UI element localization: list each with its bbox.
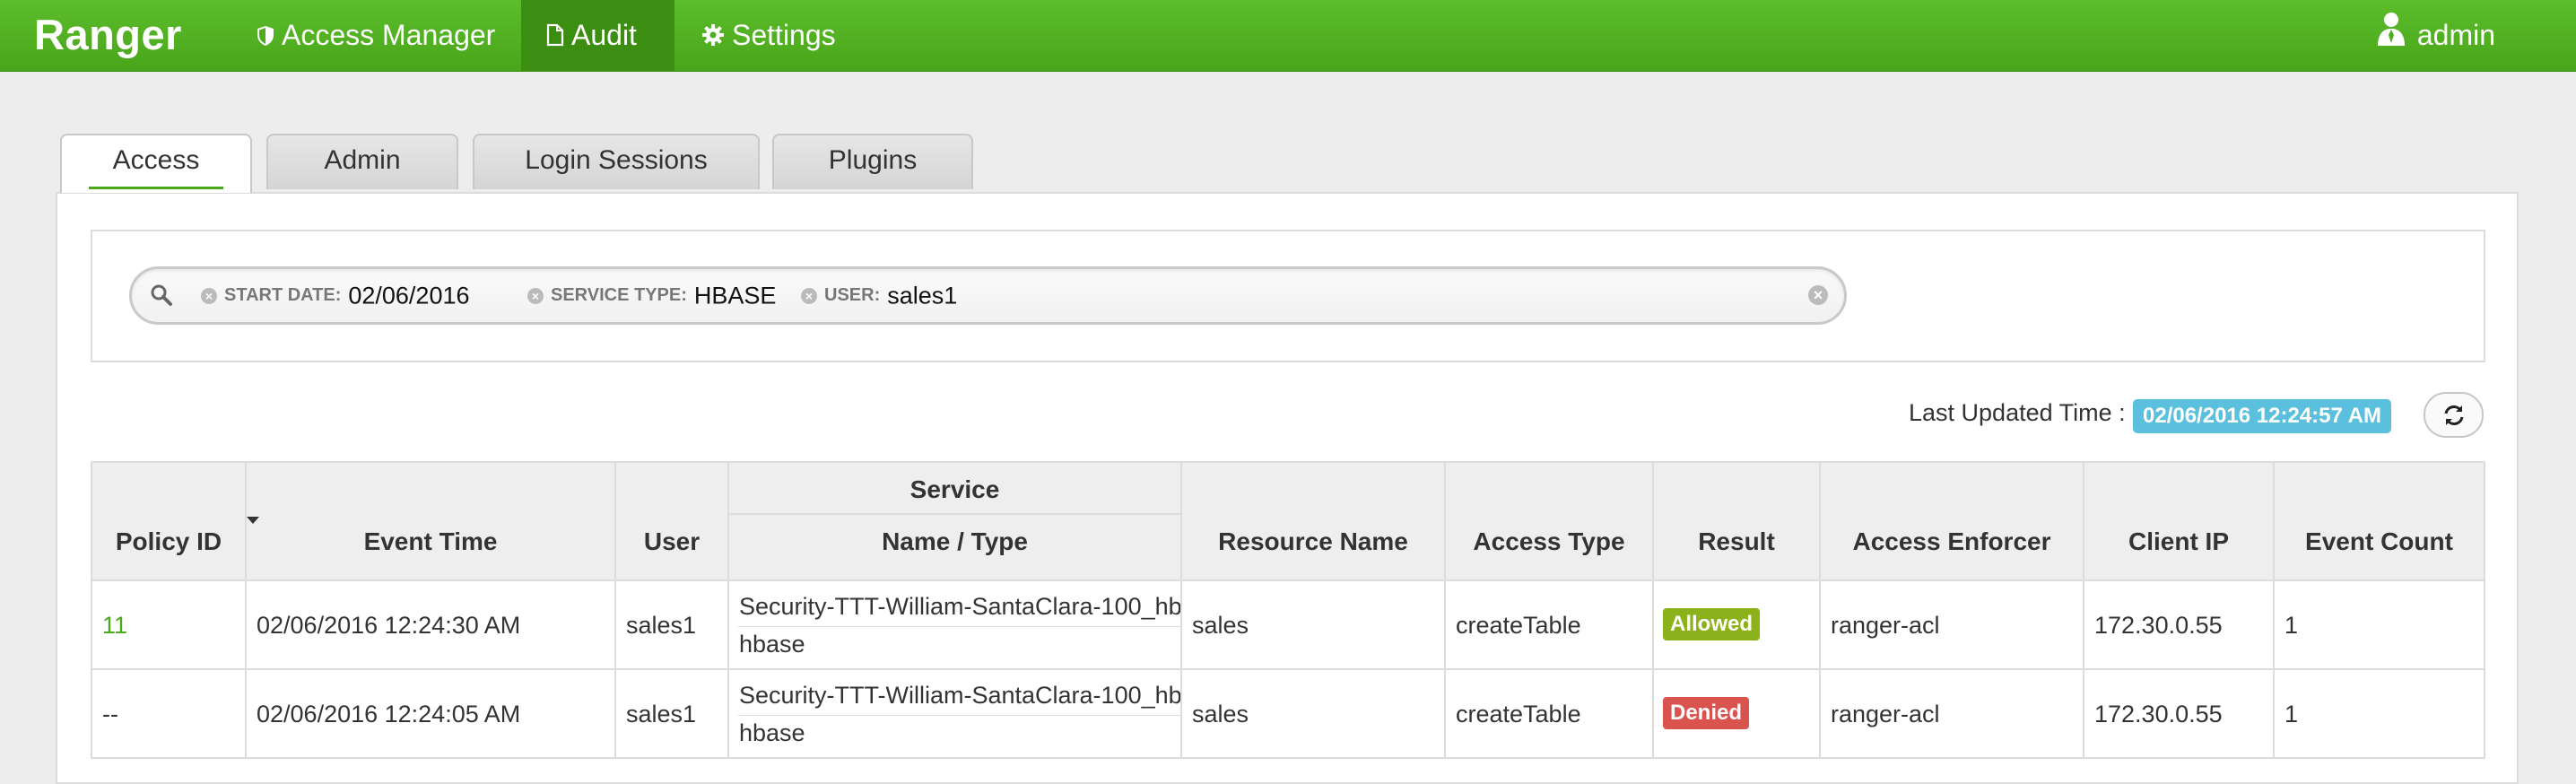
table-row-1-result: Allowed: [1652, 579, 1821, 670]
divider: [738, 626, 1180, 627]
table-row-2-result: Denied: [1652, 668, 1821, 759]
facet-category: START DATE:: [224, 285, 342, 306]
nav-access-manager[interactable]: Access Manager: [231, 0, 520, 71]
refresh-button[interactable]: [2424, 392, 2484, 438]
tab-admin[interactable]: Admin: [266, 134, 458, 189]
nav-access-manager-label: Access Manager: [282, 19, 496, 51]
facet-user[interactable]: × USER: sales1: [801, 269, 957, 322]
facet-value[interactable]: 02/06/2016: [348, 282, 469, 309]
tab-plugins[interactable]: Plugins: [772, 134, 973, 189]
facet-service-type[interactable]: × SERVICE TYPE: HBASE: [527, 269, 776, 322]
remove-facet-icon[interactable]: ×: [801, 287, 817, 304]
header-event-time-label: Event Time: [363, 527, 498, 555]
tab-plugins-label: Plugins: [828, 145, 918, 175]
header-event-time[interactable]: Event Time: [245, 461, 616, 581]
facet-category: USER:: [824, 285, 881, 306]
header-access-enforcer[interactable]: Access Enforcer: [1819, 461, 2084, 581]
refresh-icon: [2441, 405, 2467, 425]
tab-access[interactable]: Access: [60, 134, 252, 193]
tab-admin-label: Admin: [324, 145, 401, 175]
service-type: hbase: [739, 631, 805, 658]
header-result[interactable]: Result: [1652, 461, 1821, 581]
tab-login-sessions[interactable]: Login Sessions: [473, 134, 760, 189]
service-type: hbase: [739, 719, 805, 746]
header-policy-id[interactable]: Policy ID: [91, 461, 247, 581]
facet-value[interactable]: HBASE: [694, 282, 777, 309]
table-row-1-enforcer: ranger-acl: [1819, 579, 2084, 670]
nav-settings[interactable]: Settings: [676, 0, 861, 71]
search-input[interactable]: × START DATE: 02/06/2016 × SERVICE TYPE: HBA…: [129, 266, 1847, 325]
remove-facet-icon[interactable]: ×: [201, 287, 217, 304]
table-row-1-policy-id[interactable]: 11: [91, 579, 247, 670]
table-row-2-service: Security-TTT-William-SantaClara-100_hbas…: [727, 668, 1182, 759]
sort-desc-icon: [247, 517, 259, 524]
table-row-1-client-ip: 172.30.0.55: [2083, 579, 2275, 670]
table-row-1-access-type: createTable: [1444, 579, 1654, 670]
header-service: Service: [727, 461, 1182, 515]
service-name: Security-TTT-William-SantaClara-100_hbas…: [739, 593, 1182, 620]
brand-logo[interactable]: Ranger: [34, 7, 182, 63]
nav-audit[interactable]: Audit: [521, 0, 674, 71]
tab-access-label: Access: [112, 145, 200, 175]
file-icon: [546, 2, 564, 73]
table-row-1-resource: sales: [1180, 579, 1446, 670]
table-row-2-user: sales1: [614, 668, 729, 759]
table-row-2-policy-id: --: [91, 668, 247, 759]
table-row-1-user: sales1: [614, 579, 729, 670]
table-row-2-client-ip: 172.30.0.55: [2083, 668, 2275, 759]
header-event-count[interactable]: Event Count: [2273, 461, 2485, 581]
header-resource-name[interactable]: Resource Name: [1180, 461, 1446, 581]
header-user[interactable]: User: [614, 461, 729, 581]
top-navbar: Ranger Access Manager Audit Settings adm…: [0, 0, 2576, 72]
header-client-ip[interactable]: Client IP: [2083, 461, 2275, 581]
clear-search-icon[interactable]: ×: [1808, 285, 1828, 305]
active-tab-indicator: [89, 187, 223, 189]
gear-icon: [701, 2, 725, 73]
user-name: admin: [2416, 19, 2495, 51]
audit-table: Policy ID Event Time User Service Name /…: [91, 461, 2485, 761]
remove-facet-icon[interactable]: ×: [527, 287, 544, 304]
status-badge: Denied: [1663, 697, 1750, 729]
facet-value[interactable]: sales1: [887, 282, 957, 309]
header-service-name-type: Name / Type: [727, 513, 1182, 581]
user-menu[interactable]: admin: [2376, 0, 2495, 71]
facet-start-date[interactable]: × START DATE: 02/06/2016: [201, 269, 470, 322]
nav-audit-label: Audit: [571, 19, 637, 51]
table-row-1-event-time: 02/06/2016 12:24:30 AM: [245, 579, 616, 670]
user-icon: [2376, 2, 2406, 73]
search-icon: [150, 283, 173, 311]
service-name: Security-TTT-William-SantaClara-100_hbas…: [739, 682, 1182, 709]
last-updated-badge: 02/06/2016 12:24:57 AM: [2133, 399, 2391, 433]
header-access-type[interactable]: Access Type: [1444, 461, 1654, 581]
shield-icon: [257, 2, 274, 73]
table-row-1-event-count: 1: [2273, 579, 2485, 670]
table-row-1-service: Security-TTT-William-SantaClara-100_hbas…: [727, 579, 1182, 670]
tab-login-sessions-label: Login Sessions: [525, 145, 708, 175]
table-row-2-access-type: createTable: [1444, 668, 1654, 759]
table-row-2-resource: sales: [1180, 668, 1446, 759]
status-badge: Allowed: [1663, 608, 1761, 640]
facet-category: SERVICE TYPE:: [551, 285, 687, 306]
table-row-2-enforcer: ranger-acl: [1819, 668, 2084, 759]
last-updated-label: Last Updated Time :: [1909, 399, 2126, 426]
nav-settings-label: Settings: [732, 19, 836, 51]
divider: [738, 715, 1180, 716]
table-row-2-event-time: 02/06/2016 12:24:05 AM: [245, 668, 616, 759]
table-row-2-event-count: 1: [2273, 668, 2485, 759]
